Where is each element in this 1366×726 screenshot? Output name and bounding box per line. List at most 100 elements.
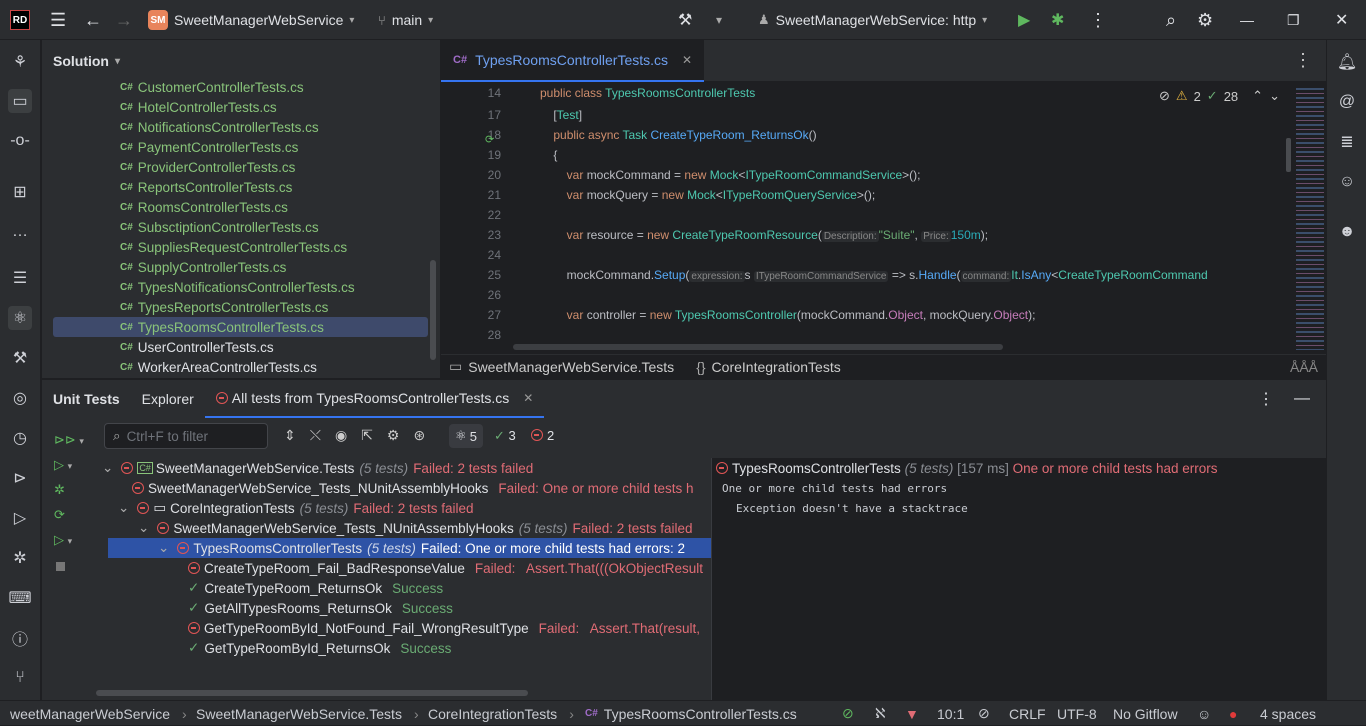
triangle-icon[interactable]: ▼ <box>905 701 919 726</box>
solution-explorer-icon[interactable]: ⚘ <box>8 50 32 74</box>
copilot-icon[interactable]: ☺ <box>1335 170 1359 194</box>
code-line[interactable]: public class TypesRoomsControllerTests <box>540 86 755 100</box>
inspection-widget[interactable]: ⊘ ⚠ 2 ✓ 28 ⌃ ⌄ <box>1159 88 1280 104</box>
test-tree-node[interactable]: ✓ GetTypeRoomById_ReturnsOk Success <box>188 638 711 658</box>
breadcrumb-project[interactable]: SweetManagerWebService.Tests <box>468 359 674 375</box>
git-icon[interactable]: ⑂ <box>8 666 32 690</box>
chevron-down-icon[interactable]: ⌄ <box>118 500 129 516</box>
services-icon[interactable]: ⊳ <box>8 466 32 490</box>
settings-icon[interactable]: ⚙ <box>387 427 400 444</box>
problems-icon[interactable]: ⓘ <box>8 626 32 650</box>
debug-tool-icon[interactable]: ✲ <box>8 546 32 570</box>
back-arrow-icon[interactable]: ← <box>84 0 102 40</box>
run-icon[interactable]: ▶ <box>1018 0 1030 40</box>
code-line[interactable]: { <box>540 148 557 162</box>
chevron-down-icon[interactable]: ⌄ <box>138 520 149 536</box>
run-tool-icon[interactable]: ▷ <box>8 506 32 530</box>
collapse-all-icon[interactable]: ⤬ <box>310 427 321 444</box>
vertical-scrollbar[interactable] <box>1286 138 1291 172</box>
test-tree-node[interactable]: ⌄ ▭ CoreIntegrationTests (5 tests) Failed: 2… <box>118 498 711 518</box>
error-icon[interactable]: ● <box>1229 701 1237 726</box>
more-icon[interactable]: ⋮ <box>1089 0 1107 40</box>
structure-icon[interactable]: ⊞ <box>8 180 32 204</box>
file-item[interactable]: C# TypesRoomsControllerTests.cs <box>53 317 428 337</box>
tab-explorer[interactable]: Explorer <box>131 380 205 418</box>
test-tree-node[interactable]: ✓ CreateTypeRoom_ReturnsOk Success <box>188 578 711 598</box>
terminal-icon[interactable]: ⌨ <box>8 586 32 610</box>
reader-mode-icon[interactable]: ÅÅÅ <box>1290 359 1318 375</box>
chevron-down-icon[interactable]: ⌄ <box>158 540 169 556</box>
hide-panel-icon[interactable]: — <box>1294 390 1310 408</box>
check-circle-icon[interactable]: ⊘ <box>842 701 854 726</box>
run-config-selector[interactable]: ♟ SweetManagerWebService: http ▾ <box>758 0 987 40</box>
run-all-icon[interactable]: ⊳⊳ ▾ <box>54 432 84 448</box>
failed-tests-filter[interactable]: 2 <box>531 428 554 443</box>
export-icon[interactable]: ⇱ <box>361 427 373 444</box>
database-tool-icon[interactable]: ◎ <box>8 386 32 410</box>
code-line[interactable]: public async Task CreateTypeRoom_Returns… <box>540 128 816 142</box>
close-tab-icon[interactable]: ✕ <box>682 53 692 67</box>
forward-arrow-icon[interactable]: → <box>115 0 133 40</box>
folder-icon[interactable]: ▭ <box>8 89 32 113</box>
horizontal-scrollbar[interactable] <box>513 344 1003 350</box>
status-crumb-file[interactable]: C# TypesRoomsControllerTests.cs <box>585 701 797 726</box>
run-test-gutter-icon[interactable]: ⟳ <box>485 133 494 146</box>
minimize-icon[interactable]: — <box>1240 0 1254 40</box>
copilot-status-icon[interactable]: ☺ <box>1197 701 1211 726</box>
unit-tests-icon[interactable]: ⚛ <box>8 306 32 330</box>
profiler-icon[interactable]: ◷ <box>8 426 32 450</box>
search-icon[interactable]: ⌕ <box>1166 0 1176 40</box>
branch-selector[interactable]: ⑂ main ▾ <box>378 0 433 40</box>
passed-tests-filter[interactable]: ✓ 3 <box>494 428 516 444</box>
main-menu-icon[interactable]: ☰ <box>50 0 66 40</box>
test-tree-node[interactable]: SweetManagerWebService_Tests_NUnitAssemb… <box>132 478 711 498</box>
cursor-position[interactable]: 10:1 <box>937 701 964 726</box>
database-icon[interactable]: ≣ <box>1335 130 1359 154</box>
test-tree-node[interactable]: GetTypeRoomById_NotFound_Fail_WrongResul… <box>188 618 711 638</box>
code-line[interactable]: [Test] <box>540 108 582 122</box>
vcs-status[interactable]: No Gitflow <box>1113 701 1178 726</box>
code-line[interactable]: mockCommand.Setup(expression: s ITypeRoom… <box>540 268 1208 282</box>
breadcrumb-namespace[interactable]: CoreIntegrationTests <box>712 359 841 375</box>
scrollbar[interactable] <box>430 260 436 360</box>
test-tree-node[interactable]: ✓ GetAllTypesRooms_ReturnsOk Success <box>188 598 711 618</box>
ai-assistant-icon[interactable]: @ <box>1335 90 1359 114</box>
tab-all-tests[interactable]: All tests from TypesRoomsControllerTests… <box>204 380 545 418</box>
expand-all-icon[interactable]: ⇕ <box>284 427 296 444</box>
more-icon[interactable]: ⋮ <box>1294 50 1312 71</box>
test-tree-node[interactable]: ⌄ TypesRoomsControllerTests (5 tests) Faile… <box>108 538 711 558</box>
gear-icon[interactable]: ⚙ <box>1197 0 1213 40</box>
commit-icon[interactable]: -o- <box>8 129 32 153</box>
test-tree-node[interactable]: ⌄ SweetManagerWebService_Tests_NUnitAssem… <box>138 518 711 538</box>
total-tests-filter[interactable]: ⚛ 5 <box>449 424 483 448</box>
build-menu-chevron-icon[interactable]: ▾ <box>716 0 722 40</box>
app-logo[interactable]: RD <box>10 0 30 40</box>
todo-list-icon[interactable]: ☰ <box>8 266 32 290</box>
solution-header[interactable]: Solution ▾ <box>42 40 440 82</box>
stop-icon[interactable] <box>56 562 65 571</box>
run-icon[interactable]: ▷ ▾ <box>54 457 72 473</box>
file-encoding[interactable]: UTF-8 <box>1057 701 1097 726</box>
more-icon[interactable]: ⋮ <box>1258 389 1274 409</box>
chevron-up-icon[interactable]: ⌃ <box>1252 88 1263 104</box>
tree-horizontal-scrollbar[interactable] <box>96 690 528 696</box>
project-selector[interactable]: SM SweetManagerWebService ▾ <box>148 0 354 40</box>
chevron-down-icon[interactable]: ⌄ <box>102 460 113 476</box>
status-crumb-project[interactable]: SweetManagerWebService.Tests › <box>196 701 431 726</box>
test-tree-node[interactable]: CreateTypeRoom_Fail_BadResponseValue Fail… <box>188 558 711 578</box>
chevron-down-icon[interactable]: ⌄ <box>1269 88 1280 104</box>
tab-unit-tests[interactable]: Unit Tests <box>42 380 131 418</box>
copilot-chat-icon[interactable]: ☻ <box>1335 220 1359 244</box>
rerun-failed-icon[interactable]: ▷ ▾ <box>54 532 72 548</box>
test-tree-node[interactable]: ⌄ C# SweetManagerWebService.Tests (5 tests)… <box>102 458 711 478</box>
build-icon[interactable]: ⚒ <box>678 0 692 40</box>
line-ending[interactable]: CRLF <box>1009 701 1046 726</box>
show-icon[interactable]: ◉ <box>335 427 347 444</box>
more-tools-icon[interactable]: … <box>8 220 32 244</box>
maximize-icon[interactable]: ❐ <box>1287 0 1300 40</box>
rider-icon[interactable]: ℵ <box>875 701 885 726</box>
code-line[interactable]: var controller = new TypesRoomsControlle… <box>540 308 1036 322</box>
close-icon[interactable]: ✕ <box>1335 0 1348 40</box>
indent-setting[interactable]: 4 spaces <box>1260 701 1316 726</box>
close-tab-icon[interactable]: ✕ <box>523 391 533 405</box>
